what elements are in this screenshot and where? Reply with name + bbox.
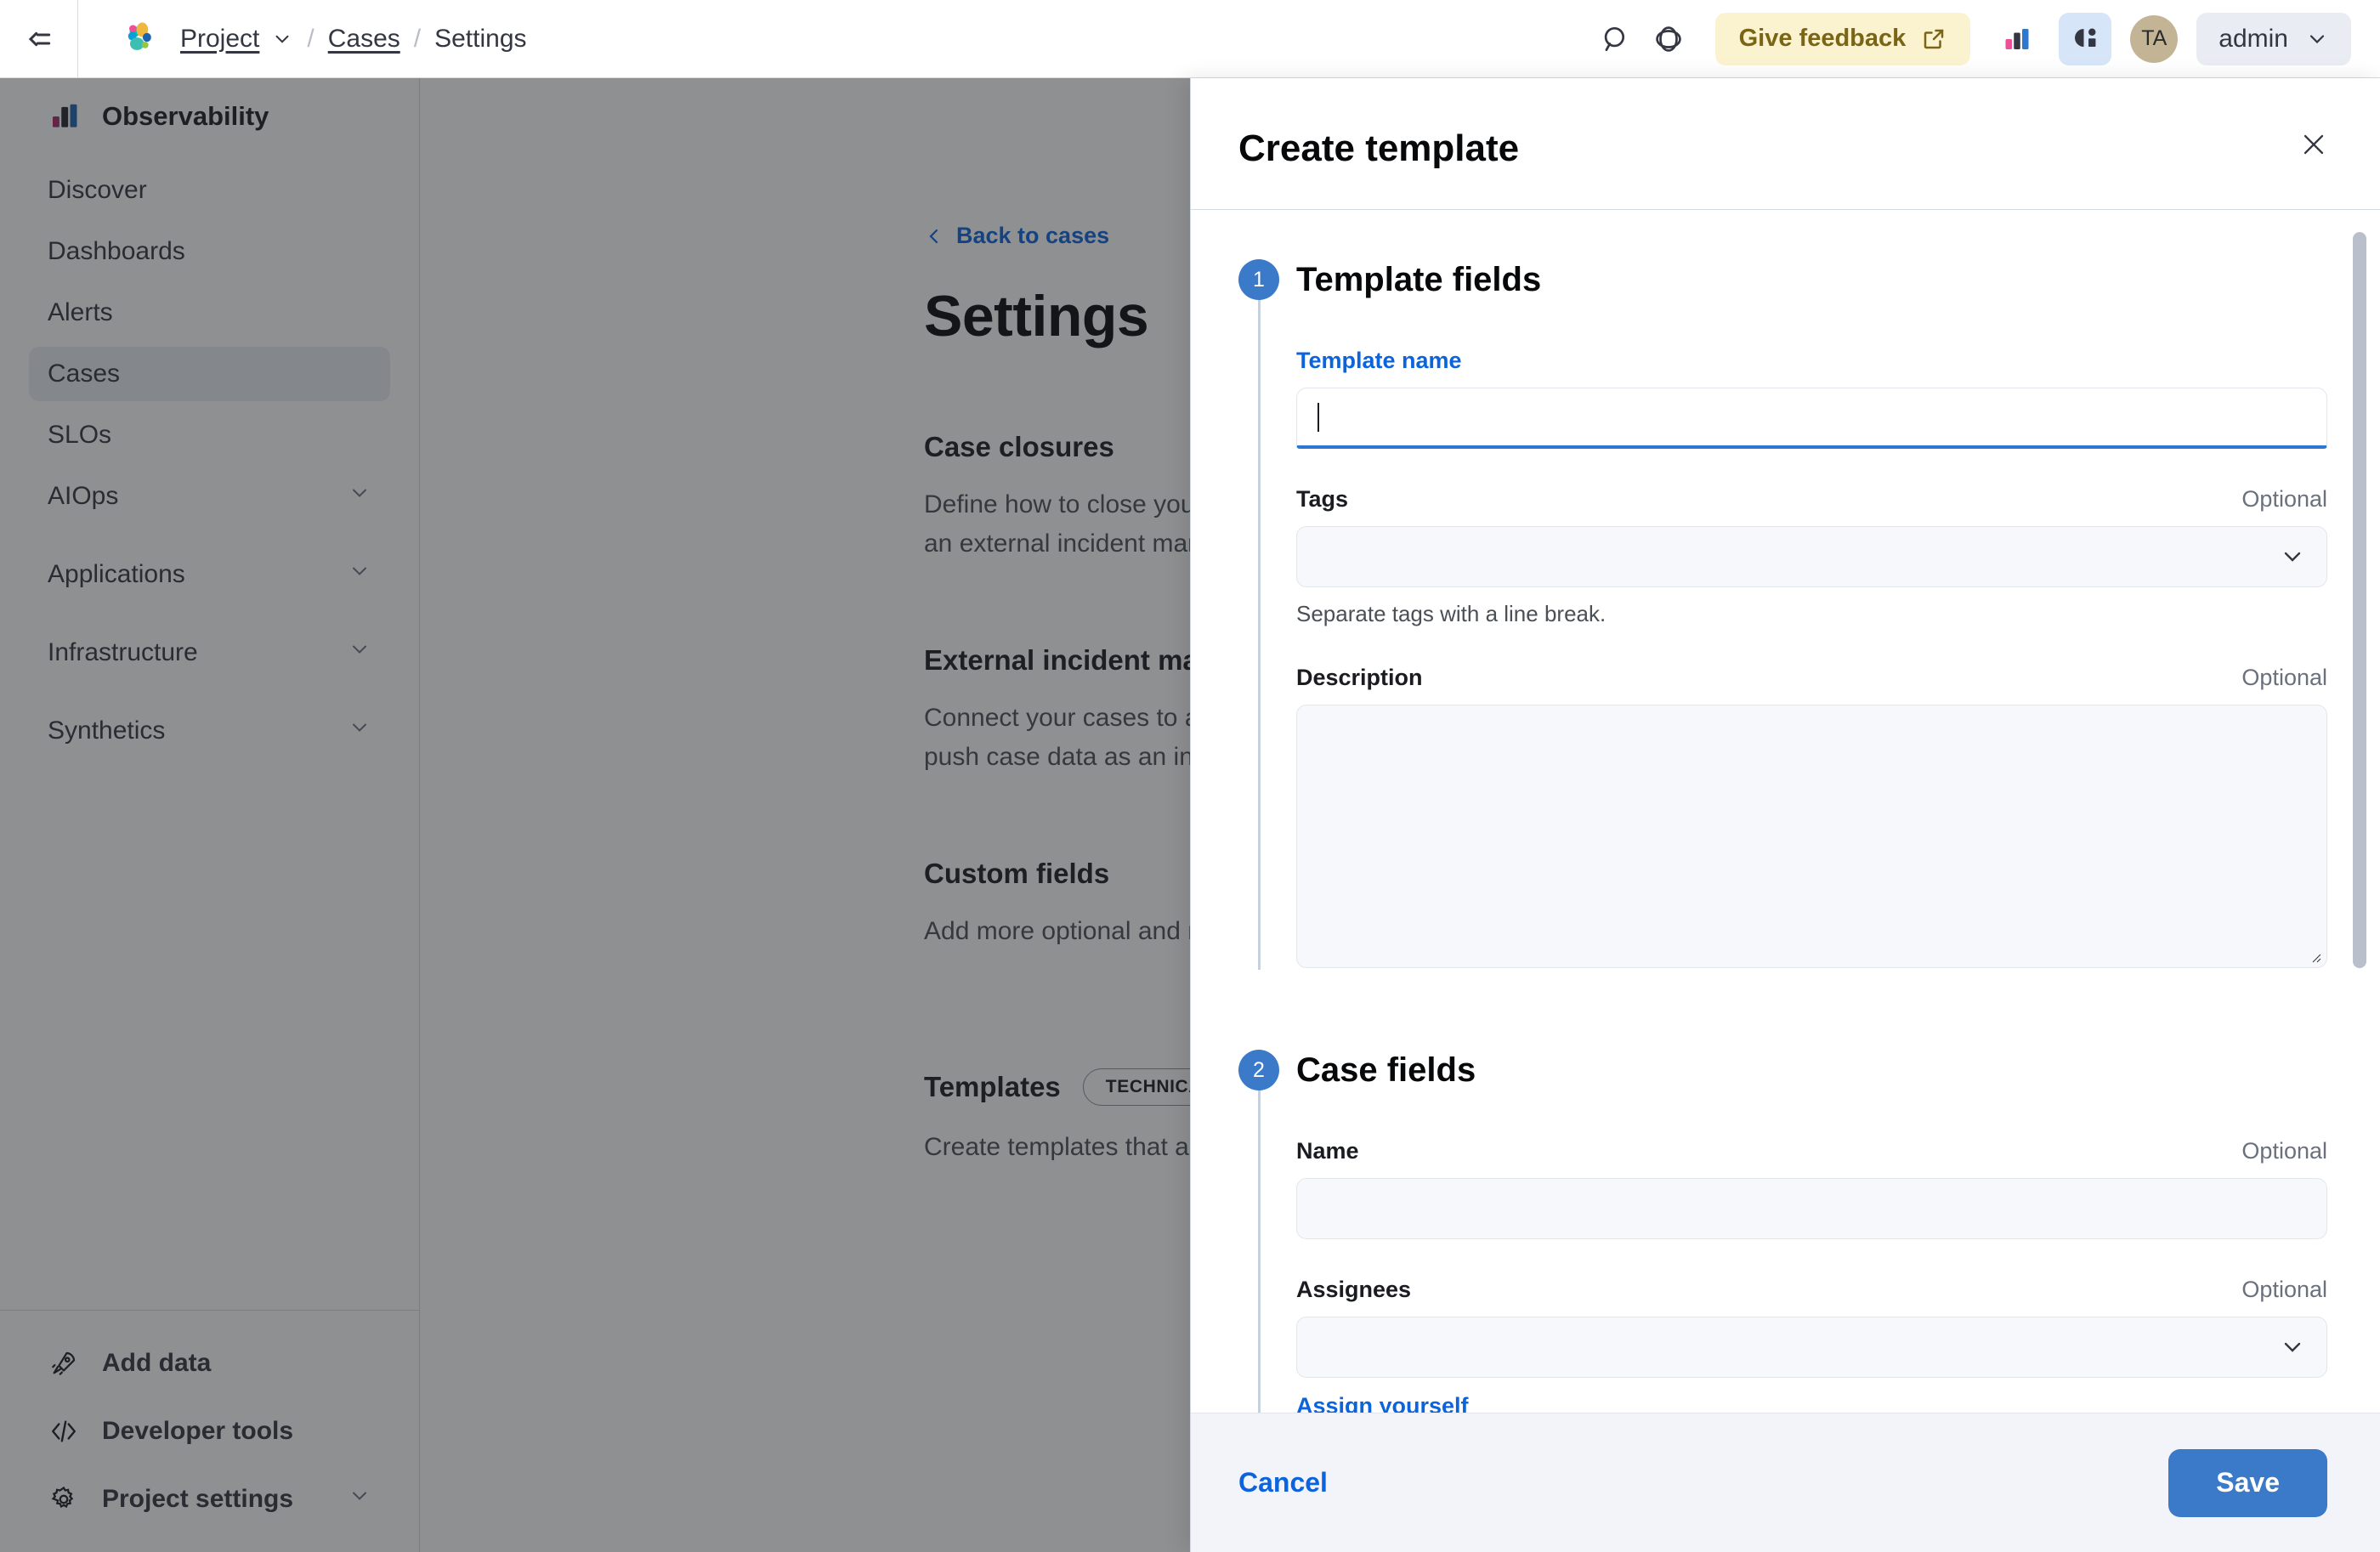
chevron-down-icon xyxy=(275,35,289,43)
search-button[interactable] xyxy=(1590,13,1642,65)
flyout-footer: Cancel Save xyxy=(1191,1413,2380,1552)
field-optional-label: Optional xyxy=(2241,486,2327,512)
help-lifebuoy-icon xyxy=(1655,25,1681,52)
top-navigation-bar: Project / Cases / Settings Give feedback xyxy=(0,0,2380,78)
create-template-flyout: Create template 1 Template fields Templa… xyxy=(1190,78,2380,1552)
observability-app-button[interactable] xyxy=(1991,13,2043,65)
breadcrumb: Project / Cases / Settings xyxy=(180,25,527,54)
step-template-fields: 1 Template fields Template name Tags Opt… xyxy=(1238,259,2327,970)
give-feedback-button[interactable]: Give feedback xyxy=(1714,12,1971,65)
tags-helper-text: Separate tags with a line break. xyxy=(1296,601,1606,626)
ai-assistant-icon xyxy=(2075,28,2096,47)
field-template-name: Template name xyxy=(1296,348,2327,449)
collapse-nav-button[interactable] xyxy=(0,0,78,77)
flyout-scroll-content: 1 Template fields Template name Tags Opt… xyxy=(1191,210,2380,1413)
field-label-row: Description Optional xyxy=(1296,665,2327,691)
flyout-body: 1 Template fields Template name Tags Opt… xyxy=(1191,210,2380,1413)
step-title: Case fields xyxy=(1296,1051,1476,1089)
field-label: Tags xyxy=(1296,486,1349,512)
template-tags-combobox[interactable] xyxy=(1296,526,2327,587)
template-description-textarea[interactable] xyxy=(1296,705,2327,968)
field-template-description: Description Optional xyxy=(1296,665,2327,968)
give-feedback-label: Give feedback xyxy=(1738,25,1907,52)
assign-yourself-link[interactable]: Assign yourself xyxy=(1296,1393,1469,1413)
template-name-input[interactable] xyxy=(1296,388,2327,449)
breadcrumb-settings: Settings xyxy=(434,24,527,53)
avatar-initials: TA xyxy=(2141,26,2168,50)
flyout-title: Create template xyxy=(1238,127,1520,169)
cancel-button[interactable]: Cancel xyxy=(1238,1467,1328,1498)
field-label: Description xyxy=(1296,665,1423,690)
user-menu-button[interactable]: admin xyxy=(2196,12,2351,65)
external-link-icon xyxy=(1924,29,1944,48)
close-icon xyxy=(2304,134,2324,155)
chevron-down-icon xyxy=(2309,34,2325,43)
ai-assistant-button[interactable] xyxy=(2059,12,2112,65)
field-optional-label: Optional xyxy=(2241,665,2327,690)
breadcrumb-project-caret[interactable] xyxy=(271,28,293,50)
field-label: Name xyxy=(1296,1138,1359,1164)
flyout-scrollbar[interactable] xyxy=(2353,232,2366,968)
flyout-header: Create template xyxy=(1191,78,2380,210)
topbar-actions: Give feedback TA admin xyxy=(1590,12,2380,65)
user-menu-label: admin xyxy=(2218,24,2288,53)
close-flyout-button[interactable] xyxy=(2290,121,2338,168)
field-label: Template name xyxy=(1296,348,1462,373)
case-name-input[interactable] xyxy=(1296,1178,2327,1239)
field-template-tags: Tags Optional Separate tags with a line … xyxy=(1296,486,2327,627)
field-case-assignees: Assignees Optional Assign yourself xyxy=(1296,1277,2327,1413)
case-assignees-combobox[interactable] xyxy=(1296,1317,2327,1378)
step-title: Template fields xyxy=(1296,261,1542,298)
breadcrumb-separator-1: / xyxy=(307,24,314,53)
elastic-logo-icon xyxy=(128,21,151,50)
breadcrumb-project[interactable]: Project xyxy=(180,25,259,54)
help-button[interactable] xyxy=(1642,13,1695,65)
breadcrumb-separator-2: / xyxy=(413,24,422,53)
field-label-row: Template name xyxy=(1296,348,2327,374)
field-label: Assignees xyxy=(1296,1277,1412,1302)
save-button[interactable]: Save xyxy=(2168,1448,2327,1517)
avatar[interactable]: TA xyxy=(2130,14,2179,63)
step-number: 2 xyxy=(1238,1050,1279,1090)
field-optional-label: Optional xyxy=(2241,1277,2327,1302)
chevron-down-icon xyxy=(2284,552,2301,562)
field-optional-label: Optional xyxy=(2241,1138,2327,1164)
collapse-nav-icon xyxy=(28,31,50,46)
text-caret xyxy=(1318,402,1319,432)
resize-grip-icon[interactable] xyxy=(2308,949,2321,963)
search-icon xyxy=(1604,26,1624,51)
field-case-name: Name Optional xyxy=(1296,1138,2327,1239)
breadcrumb-cases[interactable]: Cases xyxy=(328,25,400,54)
chevron-down-icon xyxy=(2284,1342,2301,1352)
field-label-row: Name Optional xyxy=(1296,1138,2327,1164)
step-number: 1 xyxy=(1238,259,1279,300)
observability-bars-icon xyxy=(2005,28,2029,49)
field-label-row: Assignees Optional xyxy=(1296,1277,2327,1303)
step-case-fields: 2 Case fields Name Optional Assignees Op… xyxy=(1238,1050,2327,1413)
elastic-logo xyxy=(122,20,160,58)
field-label-row: Tags Optional xyxy=(1296,486,2327,513)
